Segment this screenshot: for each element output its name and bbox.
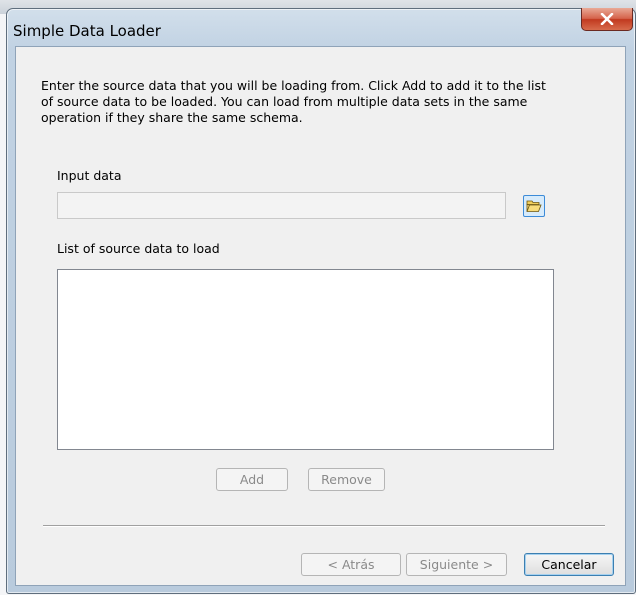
dialog-client-area: Enter the source data that you will be l… <box>15 46 626 586</box>
back-button[interactable]: < Atrás <box>301 553 401 576</box>
input-data-field[interactable] <box>57 192 506 219</box>
source-data-list[interactable] <box>57 269 554 450</box>
cancel-button[interactable]: Cancelar <box>524 553 614 576</box>
window-title: Simple Data Loader <box>13 22 161 40</box>
next-button[interactable]: Siguiente > <box>406 553 507 576</box>
remove-button[interactable]: Remove <box>308 468 385 491</box>
dialog-window: Simple Data Loader Enter the source data… <box>6 8 636 594</box>
close-button[interactable] <box>581 8 633 31</box>
divider <box>43 525 605 527</box>
input-data-label: Input data <box>57 168 122 183</box>
browse-button[interactable] <box>523 195 545 217</box>
close-icon <box>600 13 614 25</box>
intro-text: Enter the source data that you will be l… <box>41 78 546 125</box>
add-button[interactable]: Add <box>216 468 288 491</box>
folder-open-icon <box>526 200 542 212</box>
source-list-label: List of source data to load <box>57 241 220 256</box>
